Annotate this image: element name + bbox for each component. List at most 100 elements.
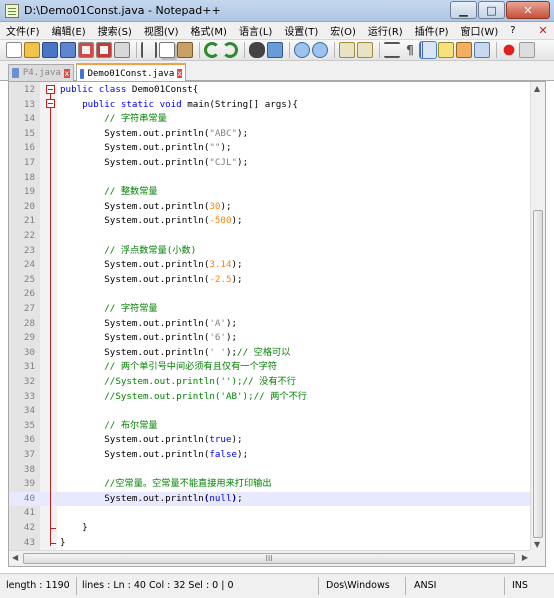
title-bar[interactable]: D:\Demo01Const.java - Notepad++ ▁ □ ✕ — [0, 0, 554, 22]
line-text: System.out.println(30); — [60, 200, 231, 215]
code-line[interactable]: 31 // 两个单引号中间必须有且仅有一个字符 — [9, 360, 539, 375]
code-line[interactable]: 18 — [9, 171, 539, 186]
code-line[interactable]: 38 — [9, 463, 539, 478]
fold-toggle-icon[interactable] — [46, 85, 55, 94]
menu-plugins[interactable]: 插件(P) — [415, 23, 449, 38]
print-icon[interactable] — [114, 42, 130, 58]
code-editor[interactable]: 12 public class Demo01Const{13 public sta… — [8, 81, 546, 567]
menu-help[interactable]: ? — [510, 25, 515, 36]
indent-guide-icon[interactable] — [419, 41, 437, 59]
open-file-icon[interactable] — [24, 42, 40, 58]
record-macro-icon[interactable] — [501, 42, 517, 58]
code-token: false — [209, 449, 238, 460]
status-separator — [405, 577, 406, 595]
code-token: ); — [237, 127, 249, 139]
save-icon[interactable] — [42, 42, 58, 58]
code-line[interactable]: 27 // 字符常量 — [9, 302, 539, 317]
code-line[interactable]: 20 System.out.println(30); — [9, 200, 539, 215]
menu-macro[interactable]: 宏(O) — [330, 23, 356, 38]
code-line[interactable]: 22 — [9, 229, 539, 244]
code-line[interactable]: 39 //空常量。空常量不能直接用来打印输出 — [9, 477, 539, 492]
scroll-right-icon[interactable]: ▶ — [522, 553, 528, 562]
close-file-icon[interactable] — [78, 42, 94, 58]
horizontal-scrollbar[interactable]: ◀ III ▶ — [9, 550, 531, 566]
zoom-in-icon[interactable] — [294, 42, 310, 58]
code-line[interactable]: 15 System.out.println("ABC"); — [9, 127, 539, 142]
code-line[interactable]: 19 // 整数常量 — [9, 185, 539, 200]
close-document-icon[interactable]: ✕ — [536, 23, 550, 37]
menu-view[interactable]: 视图(V) — [144, 23, 179, 38]
undo-icon[interactable] — [204, 42, 220, 58]
code-line[interactable]: 14 // 字符串常量 — [9, 112, 539, 127]
menu-format[interactable]: 格式(M) — [191, 23, 227, 38]
zoom-out-icon[interactable] — [312, 42, 328, 58]
language-icon[interactable] — [438, 42, 454, 58]
code-line[interactable]: 12 public class Demo01Const{ — [9, 83, 539, 98]
scroll-up-icon[interactable]: ▲ — [534, 84, 540, 93]
paste-icon[interactable] — [177, 42, 193, 58]
code-token: 3.14 — [209, 259, 232, 271]
minimize-button[interactable]: ▁ — [450, 1, 477, 19]
code-line[interactable]: 29 System.out.println('6'); — [9, 331, 539, 346]
code-line[interactable]: 33 //System.out.println('AB');// 两个不行 — [9, 390, 539, 405]
menu-run[interactable]: 运行(R) — [368, 23, 403, 38]
menu-settings[interactable]: 设置(T) — [284, 23, 318, 38]
code-line[interactable]: 26 — [9, 287, 539, 302]
window-title: D:\Demo01Const.java - Notepad++ — [24, 4, 221, 17]
code-line[interactable]: 17 System.out.println("CJL"); — [9, 156, 539, 171]
code-line[interactable]: 40 System.out.println(null); — [9, 491, 539, 507]
sync-vertical-icon[interactable] — [339, 42, 355, 58]
show-all-chars-icon[interactable]: ¶ — [402, 42, 418, 58]
menu-language[interactable]: 语言(L) — [239, 23, 272, 38]
sync-horizontal-icon[interactable] — [357, 42, 373, 58]
line-number: 31 — [23, 361, 35, 373]
function-list-icon[interactable] — [474, 42, 490, 58]
cut-icon[interactable] — [141, 42, 157, 58]
menu-search[interactable]: 搜索(S) — [98, 23, 132, 38]
vertical-scrollbar[interactable]: ▲ ▼ — [530, 82, 545, 551]
line-number: 25 — [23, 273, 35, 285]
code-line[interactable]: 43} — [9, 536, 539, 551]
close-tab-icon[interactable]: x — [177, 69, 182, 78]
close-button[interactable]: ✕ — [506, 1, 550, 19]
code-token: System.out.println( — [60, 157, 210, 168]
code-line[interactable]: 25 System.out.println(-2.5); — [9, 273, 539, 288]
menu-edit[interactable]: 编辑(E) — [52, 23, 86, 38]
find-icon[interactable] — [249, 42, 265, 58]
code-line[interactable]: 34 — [9, 404, 539, 419]
copy-icon[interactable] — [159, 42, 175, 58]
scroll-down-icon[interactable]: ▼ — [534, 540, 540, 549]
code-line[interactable]: 42 } — [9, 521, 539, 536]
tab-p4-java[interactable]: P4.java x — [8, 64, 74, 81]
code-line[interactable]: 24 System.out.println(3.14); — [9, 258, 539, 273]
code-line[interactable]: 30 System.out.println(' ');// 空格可以 — [9, 346, 539, 361]
tab-demo01const-java[interactable]: Demo01Const.java x — [76, 63, 186, 82]
code-line[interactable]: 36 System.out.println(true); — [9, 433, 539, 448]
code-line[interactable]: 28 System.out.println('A'); — [9, 317, 539, 332]
code-line[interactable]: 41 — [9, 506, 539, 521]
code-line[interactable]: 35 // 布尔常量 — [9, 419, 539, 434]
maximize-button[interactable]: □ — [478, 1, 505, 19]
save-all-icon[interactable] — [60, 42, 76, 58]
menu-window[interactable]: 窗口(W) — [461, 23, 499, 38]
doc-map-icon[interactable] — [456, 42, 472, 58]
code-line[interactable]: 37 System.out.println(false); — [9, 448, 539, 463]
replace-icon[interactable] — [267, 42, 283, 58]
toolbar: ¶ — [0, 39, 554, 61]
stop-macro-icon[interactable] — [519, 42, 535, 58]
word-wrap-icon[interactable] — [384, 42, 400, 58]
code-line[interactable]: 21 System.out.println(-500); — [9, 214, 539, 229]
close-tab-icon[interactable]: x — [63, 68, 70, 78]
scroll-left-icon[interactable]: ◀ — [12, 553, 18, 562]
code-line[interactable]: 16 System.out.println(""); — [9, 141, 539, 156]
code-line[interactable]: 32 //System.out.println('');// 没有不行 — [9, 375, 539, 390]
code-line[interactable]: 23 // 浮点数常量(小数) — [9, 244, 539, 259]
scroll-thumb[interactable] — [533, 210, 543, 538]
close-all-icon[interactable] — [96, 42, 112, 58]
code-line[interactable]: 13 public static void main(String[] args… — [9, 98, 539, 113]
redo-icon[interactable] — [222, 42, 238, 58]
new-file-icon[interactable] — [6, 42, 22, 58]
fold-toggle-icon[interactable] — [46, 99, 55, 108]
scroll-thumb[interactable]: III — [23, 553, 515, 564]
menu-file[interactable]: 文件(F) — [6, 23, 40, 38]
